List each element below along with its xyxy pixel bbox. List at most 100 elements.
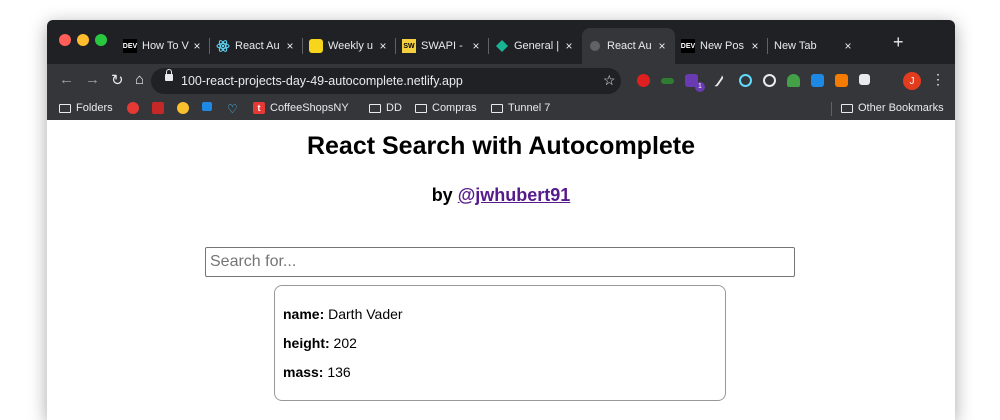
close-icon[interactable]: × — [469, 39, 483, 53]
notes-icon — [309, 39, 323, 53]
field-value: 136 — [327, 364, 351, 380]
folder-icon — [415, 103, 427, 113]
wand-icon[interactable] — [711, 73, 725, 88]
lock-icon — [165, 69, 173, 81]
bookmark-coin[interactable] — [177, 102, 189, 114]
close-icon[interactable]: × — [841, 39, 855, 53]
bookmark-other[interactable]: Other Bookmarks — [841, 102, 944, 114]
bookmarks-divider — [831, 102, 832, 116]
search-input[interactable] — [205, 247, 795, 277]
tab-strip: DEV How To V × React Au × Weekly u × SW … — [117, 28, 861, 64]
tab-new-post[interactable]: DEV New Pos × — [675, 28, 768, 64]
close-icon[interactable]: × — [283, 39, 297, 53]
tab-weekly[interactable]: Weekly u × — [303, 28, 396, 64]
autocomplete-result-card[interactable]: name: Darth Vader height: 202 mass: 136 — [274, 285, 726, 401]
extension-blue-icon[interactable] — [811, 74, 824, 87]
bookmark-label: DD — [386, 102, 402, 114]
folder-icon — [841, 103, 853, 113]
browser-toolbar: ← → ↻ ⌂ 100-react-projects-day-49-autoco… — [47, 64, 955, 98]
heart-icon: ♡ — [227, 102, 238, 116]
page-content: React Search with Autocomplete by @jwhub… — [47, 120, 955, 420]
tab-label: New Pos — [700, 40, 745, 52]
field-value: 202 — [333, 335, 357, 351]
close-icon[interactable]: × — [376, 39, 390, 53]
tab-bar: DEV How To V × React Au × Weekly u × SW … — [47, 20, 955, 64]
field-label: height: — [283, 335, 330, 351]
diamond-icon — [495, 39, 509, 53]
profile-avatar[interactable]: J — [903, 72, 921, 90]
tab-general[interactable]: General | × — [489, 28, 582, 64]
tab-label: React Au — [235, 40, 280, 52]
byline: by @jwhubert91 — [47, 185, 955, 206]
tab-label: How To V — [142, 40, 189, 52]
bookmark-label: Folders — [76, 102, 113, 114]
bookmark-folders[interactable]: Folders — [59, 102, 113, 114]
bookmark-label: Tunnel 7 — [508, 102, 551, 114]
tree-icon[interactable] — [787, 74, 800, 87]
bookmark-star-icon[interactable]: ☆ — [603, 72, 616, 89]
dev-icon: DEV — [123, 39, 137, 53]
bookmark-red-square[interactable] — [152, 102, 164, 114]
url-text: 100-react-projects-day-49-autocomplete.n… — [181, 74, 463, 88]
close-window-button[interactable] — [59, 34, 71, 46]
folder-icon — [369, 103, 381, 113]
tab-new-tab[interactable]: New Tab × — [768, 28, 861, 64]
tab-label: SWAPI - — [421, 40, 463, 52]
minimize-window-button[interactable] — [77, 34, 89, 46]
bookmark-tunnel7[interactable]: Tunnel 7 — [491, 102, 550, 114]
folder-icon — [59, 103, 71, 113]
bookmark-label: Other Bookmarks — [858, 102, 944, 114]
extension-green-icon[interactable] — [661, 78, 674, 84]
coffeeshop-favicon-icon: t — [253, 102, 265, 114]
tab-swapi[interactable]: SW SWAPI - × — [396, 28, 489, 64]
field-label: name: — [283, 306, 325, 322]
author-link[interactable]: @jwhubert91 — [458, 185, 571, 205]
bookmark-label: Compras — [432, 102, 477, 114]
close-icon[interactable]: × — [655, 39, 669, 53]
address-bar[interactable]: 100-react-projects-day-49-autocomplete.n… — [151, 68, 621, 94]
tab-react-autocomplete-active[interactable]: React Au × — [582, 28, 675, 64]
home-button[interactable]: ⌂ — [135, 71, 144, 88]
menu-icon[interactable]: ⋮ — [931, 71, 945, 88]
close-icon[interactable]: × — [562, 39, 576, 53]
bookmarks-bar: Folders ♡ t CoffeeShopsNY DD Compras Tun… — [47, 98, 955, 121]
record-icon[interactable] — [763, 74, 776, 87]
folder-icon — [491, 103, 503, 113]
bookmark-coffeeshops[interactable]: t CoffeeShopsNY — [253, 102, 349, 114]
red-square-icon — [152, 102, 164, 114]
tab-how-to[interactable]: DEV How To V × — [117, 28, 210, 64]
close-icon[interactable]: × — [190, 39, 204, 53]
new-tab-button[interactable]: + — [893, 32, 904, 53]
tab-react-autocomplete-1[interactable]: React Au × — [210, 28, 303, 64]
page-title: React Search with Autocomplete — [306, 132, 696, 160]
dev-icon: DEV — [681, 39, 695, 53]
coin-icon — [177, 102, 189, 114]
analytics-icon — [202, 102, 212, 111]
bookmark-compras[interactable]: Compras — [415, 102, 477, 114]
tab-label: General | — [514, 40, 560, 52]
forward-button[interactable]: → — [85, 71, 100, 88]
result-row-height: height: 202 — [283, 335, 717, 351]
bookmark-heart[interactable]: ♡ — [227, 102, 238, 116]
reload-button[interactable]: ↻ — [111, 71, 124, 89]
tab-label: Weekly u — [328, 40, 374, 52]
result-row-mass: mass: 136 — [283, 364, 717, 380]
extension-badge: 1 — [695, 82, 705, 92]
field-value: Darth Vader — [328, 306, 403, 322]
extensions-puzzle-icon[interactable] — [859, 74, 870, 85]
back-button[interactable]: ← — [59, 71, 74, 88]
bookmark-analytics[interactable] — [202, 102, 212, 111]
maximize-window-button[interactable] — [95, 34, 107, 46]
browser-window: DEV How To V × React Au × Weekly u × SW … — [47, 20, 955, 420]
extension-red-icon[interactable] — [637, 74, 650, 87]
react-devtools-icon[interactable] — [739, 74, 752, 87]
bookmark-dd[interactable]: DD — [369, 102, 402, 114]
tomato-icon — [127, 102, 139, 114]
tab-label: React Au — [607, 40, 652, 52]
bookmark-tomato[interactable] — [127, 102, 139, 114]
result-row-name: name: Darth Vader — [283, 306, 717, 322]
bookmark-label: CoffeeShopsNY — [270, 102, 349, 114]
close-icon[interactable]: × — [748, 39, 762, 53]
extension-orange-icon[interactable] — [835, 74, 848, 87]
globe-icon — [588, 39, 602, 53]
